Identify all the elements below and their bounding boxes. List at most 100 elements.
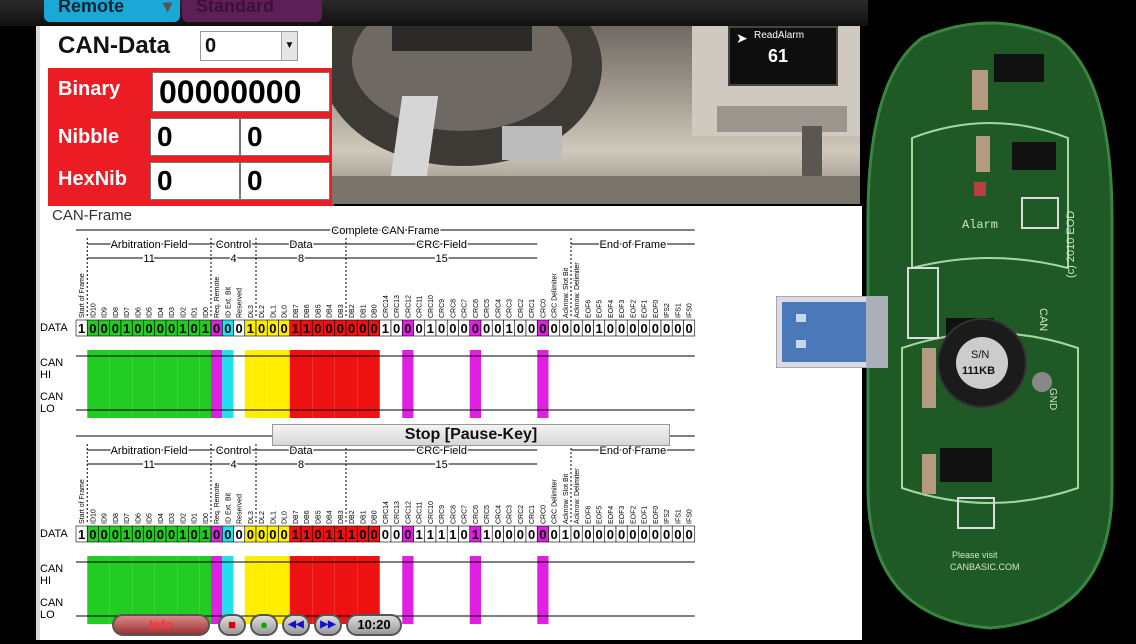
data-bit-value: 0: [607, 321, 614, 336]
stop-button[interactable]: Stop [Pause-Key]: [272, 424, 670, 446]
data-bit-value: 0: [236, 321, 243, 336]
data-bit-value: 0: [618, 527, 625, 542]
section-count: 4: [230, 459, 236, 471]
bit-label: CRC7: [462, 299, 469, 318]
data-row-label: DATA: [40, 528, 68, 540]
bit-label: Acknow. Delimiter: [574, 468, 581, 524]
can-data-panel: CAN-Data 0 ▼ Binary 00000000 Nibble 0 0 …: [36, 26, 334, 208]
bit-label: DL1: [270, 511, 277, 524]
data-bit-value: 1: [337, 527, 344, 542]
signal-bar: [402, 556, 414, 624]
data-bit-value: 1: [303, 321, 310, 336]
data-bit-value: 0: [641, 527, 648, 542]
signal-bar: [199, 350, 211, 418]
data-bit-value: 0: [157, 527, 164, 542]
data-bit-value: 0: [461, 321, 468, 336]
bit-label: CRC3: [507, 505, 514, 524]
data-bit-value: 0: [348, 321, 355, 336]
data-bit-value: 0: [314, 321, 321, 336]
data-bit-value: 1: [78, 321, 85, 336]
data-bit-value: 0: [663, 527, 670, 542]
play-icon[interactable]: ●: [250, 614, 278, 636]
signal-bar: [244, 556, 256, 624]
bit-label: DB5: [315, 304, 322, 318]
data-bit-value: 0: [584, 321, 591, 336]
bit-label: ID Ext. Bit: [225, 493, 232, 524]
signal-bar: [368, 350, 380, 418]
board-copyright: (c) 2010 EOD: [1065, 211, 1077, 278]
signal-bar: [323, 350, 335, 418]
signal-bar: [222, 350, 234, 418]
signal-bar: [87, 350, 99, 418]
board-sn-value: 111KB: [962, 365, 995, 377]
data-bit-value: 0: [416, 321, 423, 336]
data-bit-value: 1: [123, 527, 130, 542]
bit-label: CRC0: [540, 505, 547, 524]
data-bit-value: 0: [562, 321, 569, 336]
bit-label: ID8: [113, 513, 120, 524]
data-bit-value: 0: [258, 321, 265, 336]
bit-label: ID5: [147, 307, 154, 318]
tab-standard[interactable]: Standard: [182, 0, 322, 22]
stop-icon[interactable]: ■: [218, 614, 246, 636]
data-bit-value: 0: [281, 527, 288, 542]
rewind-icon[interactable]: ◀◀: [282, 614, 310, 636]
cursor-icon: ➤: [736, 30, 748, 46]
section-label: Data: [289, 239, 313, 251]
data-bit-value: 1: [292, 321, 299, 336]
bit-label: CRC14: [383, 295, 390, 318]
bit-label: ID3: [169, 307, 176, 318]
data-bit-value: 0: [539, 527, 546, 542]
forward-icon[interactable]: ▶▶: [314, 614, 342, 636]
hexnib-label: HexNib: [58, 168, 127, 190]
bit-label: ID9: [102, 307, 109, 318]
bit-label: CRC6: [473, 505, 480, 524]
data-bit-value: 0: [371, 527, 378, 542]
chevron-down-icon[interactable]: ▼: [281, 32, 297, 60]
data-bit-value: 0: [438, 321, 445, 336]
can-data-select[interactable]: 0 ▼: [200, 31, 298, 61]
bit-label: EOF1: [642, 300, 649, 318]
bit-label: CRC5: [484, 505, 491, 524]
tab-remote[interactable]: Remote ▾: [44, 0, 180, 22]
signal-bar: [98, 556, 110, 624]
bit-label: EOF3: [619, 506, 626, 524]
bit-label: CRC9: [439, 505, 446, 524]
bit-label: IFS0: [687, 303, 694, 318]
data-bit-value: 0: [528, 527, 535, 542]
bit-label: EOF5: [597, 300, 604, 318]
data-bit-value: 1: [247, 321, 254, 336]
can-data-label: CAN-Data: [58, 32, 171, 59]
bit-label: DB7: [293, 304, 300, 318]
dashboard-alarm-display: ReadAlarm 61 ➤: [728, 26, 838, 86]
section-label: CRC Field: [416, 445, 467, 457]
can-hi-label-line1: CAN: [40, 563, 63, 575]
bit-label: Acknow. Slot Bit: [563, 268, 570, 318]
info-button[interactable]: Info: [112, 614, 210, 636]
data-bit-value: 0: [539, 321, 546, 336]
data-bit-value: 1: [303, 527, 310, 542]
bit-label: ID6: [135, 513, 142, 524]
signal-bar: [244, 350, 256, 418]
data-bit-value: 0: [449, 321, 456, 336]
bit-label: DL1: [270, 305, 277, 318]
bit-label: CRC4: [495, 505, 502, 524]
data-bit-value: 1: [483, 527, 490, 542]
data-bit-value: 0: [112, 527, 119, 542]
board-sn-label: S/N: [971, 349, 989, 361]
data-bit-value: 0: [157, 321, 164, 336]
data-bit-value: 1: [179, 321, 186, 336]
bit-label: Start of Frame: [79, 479, 86, 524]
data-bit-value: 0: [629, 527, 636, 542]
section-label: Arbitration Field: [111, 239, 188, 251]
usb-connector-image: [776, 296, 888, 368]
bit-label: IFS2: [664, 303, 671, 318]
bit-label: EOF1: [642, 506, 649, 524]
bit-label: CRC13: [394, 501, 401, 524]
bit-label: DL2: [259, 305, 266, 318]
readout-box: Binary 00000000 Nibble 0 0 HexNib 0 0: [48, 68, 334, 206]
data-bit-value: 0: [596, 527, 603, 542]
data-bit-value: 0: [337, 321, 344, 336]
bit-label: CRC Delimiter: [552, 273, 559, 318]
signal-bar: [256, 350, 268, 418]
